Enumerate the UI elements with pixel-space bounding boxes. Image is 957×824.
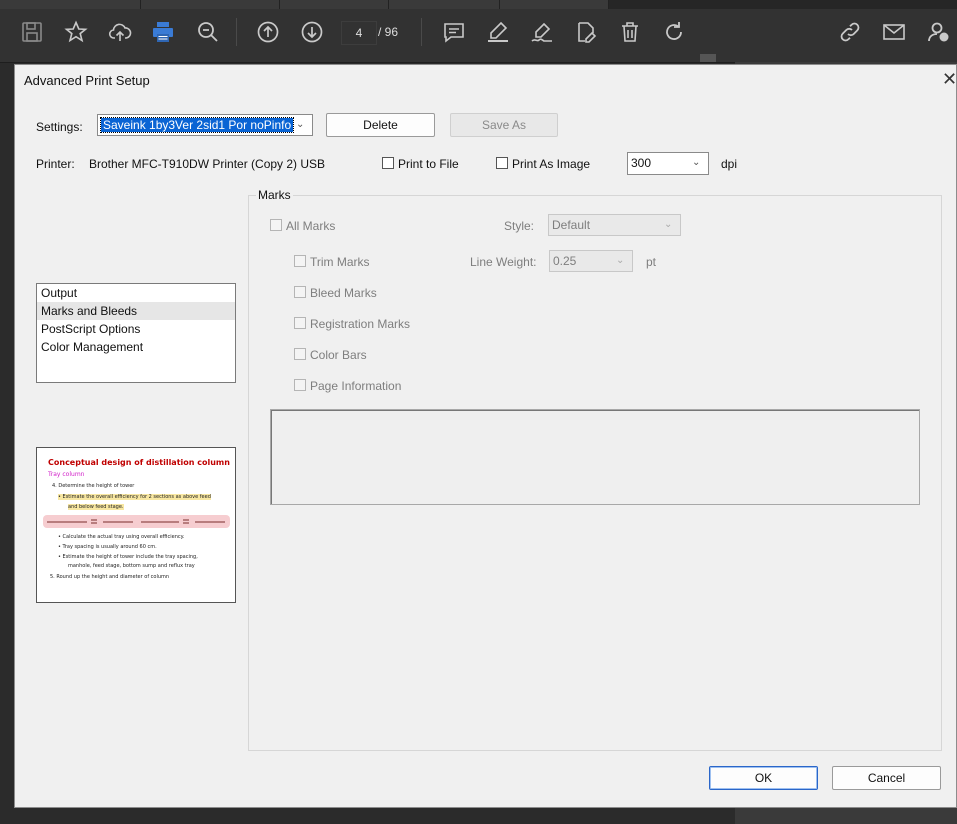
page-information-label[interactable]: Page Information	[310, 379, 401, 393]
color-bars-label[interactable]: Color Bars	[310, 348, 367, 362]
page-number-input[interactable]: 4	[341, 21, 377, 45]
all-marks-checkbox[interactable]	[270, 219, 282, 231]
delete-icon[interactable]	[615, 17, 645, 47]
preview-text: 5. Round up the height and diameter of c…	[50, 574, 170, 580]
account-icon[interactable]	[923, 17, 953, 47]
preview-subtitle: Tray column	[48, 471, 85, 478]
printer-name: Brother MFC-T910DW Printer (Copy 2) USB	[89, 157, 326, 171]
page-total: / 96	[378, 25, 399, 39]
page-preview: Conceptual design of distillation column…	[36, 447, 236, 603]
print-icon[interactable]	[148, 17, 178, 47]
delete-button[interactable]: Delete	[326, 113, 435, 137]
print-to-file-label[interactable]: Print to File	[398, 157, 459, 171]
doc-tab[interactable]	[0, 0, 141, 9]
color-bars-checkbox[interactable]	[294, 348, 306, 360]
ok-button[interactable]: OK	[709, 766, 818, 790]
preview-title: Conceptual design of distillation column	[48, 458, 230, 467]
line-weight-unit: pt	[646, 255, 657, 269]
dpi-unit-label: dpi	[721, 157, 738, 171]
trim-marks-checkbox[interactable]	[294, 255, 306, 267]
description-box	[270, 409, 920, 505]
sign-icon[interactable]	[527, 17, 557, 47]
bleed-marks-checkbox[interactable]	[294, 286, 306, 298]
chevron-down-icon: ⌄	[664, 219, 673, 230]
star-icon[interactable]	[61, 17, 91, 47]
chevron-down-icon: ⌄	[296, 119, 305, 130]
category-list: Output Marks and Bleeds PostScript Optio…	[36, 283, 236, 383]
style-value: Default	[552, 218, 591, 232]
preview-text-highlight: • Estimate the overall efficiency for 2 …	[58, 494, 211, 500]
settings-value: Saveink 1by3Ver 2sid1 Por noPinfo	[99, 117, 295, 133]
mail-icon[interactable]	[879, 17, 909, 47]
preview-text: • Calculate the actual tray using overal…	[58, 534, 185, 540]
settings-select[interactable]: Saveink 1by3Ver 2sid1 Por noPinfo ⌄	[97, 114, 313, 136]
close-icon[interactable]: ✕	[942, 69, 957, 89]
save-icon[interactable]	[17, 17, 47, 47]
chevron-down-icon: ⌄	[692, 157, 701, 168]
chevron-down-icon: ⌄	[616, 255, 625, 266]
main-toolbar: 4 / 96	[0, 0, 957, 63]
dialog-title: Advanced Print Setup	[24, 73, 150, 88]
doc-tab[interactable]	[389, 0, 500, 9]
dpi-value: 300	[631, 156, 652, 170]
print-as-image-label[interactable]: Print As Image	[512, 157, 590, 171]
preview-text: • Estimate the overall efficiency for 2 …	[58, 494, 211, 500]
line-weight-select[interactable]: 0.25 ⌄	[549, 250, 633, 272]
toolbar-separator	[421, 18, 422, 46]
link-icon[interactable]	[835, 17, 865, 47]
edit-pdf-icon[interactable]	[571, 17, 601, 47]
preview-text: 4. Determine the height of tower	[52, 483, 135, 489]
line-weight-value: 0.25	[553, 254, 577, 268]
all-marks-label[interactable]: All Marks	[286, 219, 335, 233]
style-select[interactable]: Default ⌄	[548, 214, 681, 236]
zoom-out-icon[interactable]	[193, 17, 223, 47]
advanced-print-setup-dialog: Advanced Print Setup ✕ Settings: Saveink…	[14, 64, 957, 808]
doc-tab[interactable]	[500, 0, 609, 9]
doc-tab[interactable]	[280, 0, 389, 9]
registration-marks-label[interactable]: Registration Marks	[310, 317, 410, 331]
page-up-icon[interactable]	[253, 17, 283, 47]
dpi-select[interactable]: 300 ⌄	[627, 152, 709, 175]
list-item-postscript-options[interactable]: PostScript Options	[37, 320, 235, 338]
settings-label: Settings:	[36, 120, 83, 134]
equation-graphic	[47, 519, 225, 524]
print-to-file-checkbox[interactable]	[382, 157, 394, 169]
line-weight-label: Line Weight:	[470, 255, 537, 269]
preview-text: manhole, feed stage, bottom sump and ref…	[68, 563, 195, 569]
highlight-icon[interactable]	[483, 17, 513, 47]
list-item-output[interactable]: Output	[37, 284, 235, 302]
rotate-icon[interactable]	[659, 17, 689, 47]
preview-text: and below feed stage.	[68, 504, 124, 510]
save-as-button[interactable]: Save As	[450, 113, 558, 137]
list-item-color-management[interactable]: Color Management	[37, 338, 235, 356]
doc-tab[interactable]	[141, 0, 280, 9]
cancel-button[interactable]: Cancel	[832, 766, 941, 790]
marks-group-title: Marks	[256, 188, 293, 202]
preview-text: • Estimate the height of tower include t…	[58, 554, 198, 560]
preview-equation	[43, 515, 230, 528]
print-as-image-checkbox[interactable]	[496, 157, 508, 169]
page-information-checkbox[interactable]	[294, 379, 306, 391]
preview-text-highlight: and below feed stage.	[68, 504, 124, 510]
upload-icon[interactable]	[105, 17, 135, 47]
printer-label: Printer:	[36, 157, 75, 171]
comment-icon[interactable]	[439, 17, 469, 47]
tab-strip	[0, 0, 957, 9]
list-item-marks-and-bleeds[interactable]: Marks and Bleeds	[37, 302, 235, 320]
style-label: Style:	[504, 219, 535, 233]
registration-marks-checkbox[interactable]	[294, 317, 306, 329]
preview-text: • Tray spacing is usually around 60 cm.	[58, 544, 157, 550]
toolbar-separator	[236, 18, 237, 46]
scroll-thumb[interactable]	[700, 54, 716, 62]
bleed-marks-label[interactable]: Bleed Marks	[310, 286, 377, 300]
page-down-icon[interactable]	[297, 17, 327, 47]
trim-marks-label[interactable]: Trim Marks	[310, 255, 370, 269]
